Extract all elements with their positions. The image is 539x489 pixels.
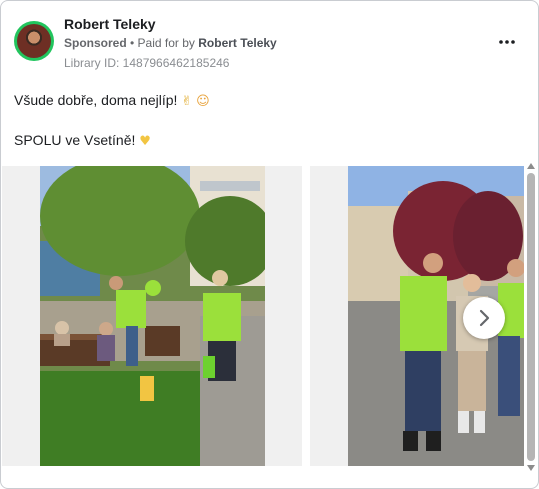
post-text-line-2: SPOLU ve Vsetíně! ♥: [14, 132, 151, 149]
library-id: Library ID: 1487966462185246: [64, 56, 230, 70]
post-text-1: Všude dobře, doma nejlíp!: [14, 92, 178, 108]
scroll-down-arrow-icon[interactable]: [527, 465, 535, 471]
more-options-button[interactable]: [495, 30, 519, 54]
smiling-face-emoji-icon: ☺: [196, 94, 210, 109]
profile-avatar[interactable]: [14, 21, 54, 61]
more-horizontal-icon: [499, 40, 515, 44]
sponsored-meta: Sponsored • Paid for by Robert Teleky: [64, 36, 277, 50]
sponsored-label: Sponsored: [64, 36, 127, 50]
victory-hand-emoji-icon: ✌: [181, 94, 193, 109]
chevron-right-icon: [479, 309, 490, 327]
yellow-heart-emoji-icon: ♥: [139, 134, 151, 149]
post-text-line-1: Všude dobře, doma nejlíp! ✌ ☺: [14, 92, 210, 109]
media-carousel[interactable]: [2, 166, 524, 466]
author-name[interactable]: Robert Teleky: [64, 16, 156, 32]
scrollbar-thumb[interactable]: [527, 173, 535, 461]
paid-for-name: Robert Teleky: [198, 36, 277, 50]
ad-card: Robert Teleky Sponsored • Paid for by Ro…: [0, 0, 539, 489]
carousel-slide[interactable]: [2, 166, 302, 466]
paid-for-prefix: • Paid for by: [130, 36, 195, 50]
vertical-scrollbar[interactable]: [525, 161, 538, 473]
avatar-image: [17, 24, 51, 58]
campaign-photo-park: [40, 166, 265, 466]
scroll-up-arrow-icon[interactable]: [527, 163, 535, 169]
post-text-2: SPOLU ve Vsetíně!: [14, 132, 136, 148]
carousel-next-button[interactable]: [463, 297, 505, 339]
